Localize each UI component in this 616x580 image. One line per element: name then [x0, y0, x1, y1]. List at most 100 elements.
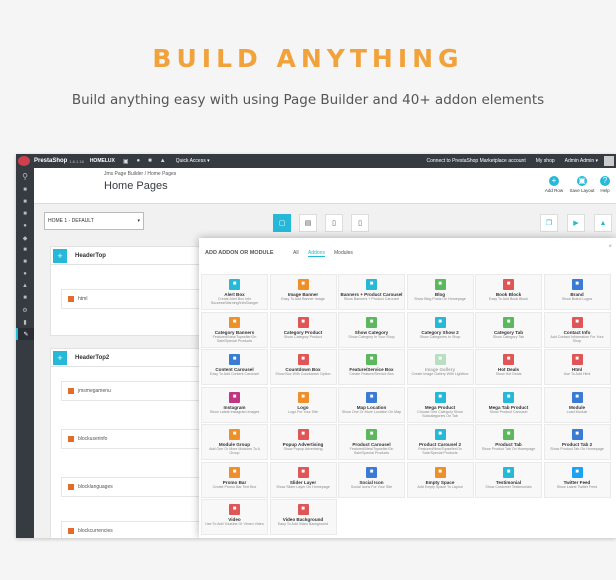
- addon-item[interactable]: ■ Category Banners Featured/New/Topseller/…: [201, 311, 268, 348]
- addon-item[interactable]: ■ Slider Layer Show Slider Layer On Homepa…: [269, 461, 337, 498]
- my-shop-link[interactable]: My shop: [536, 158, 555, 164]
- addon-item[interactable]: ■ Instagram Show Latest Instagram Images: [201, 386, 268, 423]
- catalog-icon[interactable]: ■: [16, 208, 34, 220]
- mobile-icon: ▯: [358, 220, 362, 227]
- addon-description: Easy To Add Book Block: [489, 297, 528, 301]
- user-icon[interactable]: ●: [136, 158, 140, 164]
- addon-description: Show Blog Posts On Homepage: [414, 297, 466, 301]
- addon-item[interactable]: ■ Mega Product Choose One Category Show Su…: [406, 386, 474, 423]
- addon-item[interactable]: ■ Social Icon Social Icons For Your Site: [338, 461, 405, 498]
- tablet-icon: ▯: [332, 220, 336, 227]
- import-button[interactable]: ❐: [540, 214, 558, 232]
- preview-button[interactable]: ▶: [567, 214, 585, 232]
- admin-sidebar: ⚲ ■ ■ ■ ● ◆ ■ ■ ● ▲ ■ ⚙ ▮ ✎: [16, 168, 34, 538]
- customers-icon[interactable]: ●: [16, 220, 34, 232]
- trophy-icon[interactable]: ▲: [160, 158, 166, 164]
- folder2-icon: ■: [434, 316, 446, 328]
- addon-item[interactable]: ■ Category Tab Show Category Tab: [475, 311, 542, 348]
- avatar[interactable]: [604, 156, 614, 166]
- desktop-view-button[interactable]: ▢: [273, 214, 291, 232]
- addon-item[interactable]: ■ Blog Show Blog Posts On Homepage: [406, 274, 474, 310]
- addon-item[interactable]: ■ Twitter Feed Show Latest Twitter Feed: [543, 461, 611, 498]
- module-icon: [68, 528, 74, 534]
- addon-item[interactable]: ■ Brand Show Brand Logos: [543, 274, 611, 310]
- addon-item[interactable]: ■ Image Banner Easy To Add Banner Image: [269, 274, 337, 310]
- addon-item[interactable]: ■ Category Product Show Category Product: [269, 311, 337, 348]
- addon-item[interactable]: ■ Product Tab 2 Show Product Tab On Homepa…: [543, 424, 611, 460]
- addon-description: Show Popup Advertising: [283, 447, 323, 451]
- price-rules-icon[interactable]: ◆: [16, 232, 34, 244]
- tab-all[interactable]: All: [293, 250, 299, 256]
- addon-description: Show Latest Twitter Feed: [556, 484, 598, 489]
- preferences-icon[interactable]: ▲: [16, 280, 34, 292]
- page-builder-icon[interactable]: ✎: [16, 328, 34, 340]
- help-button[interactable]: ? Help: [592, 176, 616, 193]
- addon-description: Create Promo Bar Text Box: [212, 484, 257, 489]
- breadcrumb: Jms Page Builder / Home Pages: [104, 171, 177, 177]
- book-icon: ■: [503, 279, 514, 290]
- close-icon[interactable]: ×: [608, 244, 612, 250]
- tab-addons[interactable]: Addons: [308, 250, 325, 257]
- addon-item[interactable]: ■ Map Location Show One Or More Location O…: [338, 386, 405, 423]
- product-tab-icon: ■: [503, 429, 514, 440]
- mobile-view-button[interactable]: ▯: [351, 214, 369, 232]
- addon-item[interactable]: ■ Product Carousel Featured/New/Topseller/…: [338, 424, 405, 460]
- message-icon[interactable]: ■: [148, 158, 152, 164]
- orders-icon[interactable]: ■: [16, 196, 34, 208]
- addon-item[interactable]: ■ Countdown Box Show Box With Countdown Op…: [269, 349, 337, 385]
- group-icon: ■: [229, 429, 240, 440]
- marketplace-connect-link[interactable]: Connect to PrestaShop Marketplace accoun…: [427, 158, 526, 164]
- addon-item[interactable]: ■ Mega Tab Product Show Product Carousel: [475, 386, 542, 423]
- tab-modules[interactable]: Modules: [334, 250, 353, 256]
- addon-item[interactable]: ■ Video Use To Add Youtube Or Vimeo Video: [201, 499, 268, 535]
- addon-item[interactable]: ■ Hot Deals Show Hot Deals: [475, 349, 542, 385]
- addon-item[interactable]: ■ Html Use To Add Html: [543, 349, 611, 385]
- addon-item[interactable]: ■ Promo Bar Create Promo Bar Text Box: [201, 461, 268, 498]
- localization-icon[interactable]: ●: [16, 268, 34, 280]
- shop-name[interactable]: HOMELUX: [90, 158, 115, 164]
- layout-select[interactable]: HOME 1 - DEFAULT ▾: [44, 212, 144, 230]
- stats-icon[interactable]: ▮: [16, 316, 34, 328]
- addon-item[interactable]: ■ Testimonial Show Customer Testimonials: [475, 461, 542, 498]
- addon-item[interactable]: ■ Video Background Easy To Add Video Backg…: [269, 499, 337, 535]
- addon-item[interactable]: ■ Alert Box Create Alert Box Info Success/…: [201, 274, 268, 310]
- dashboard-icon[interactable]: ■: [16, 184, 34, 196]
- tablet-view-button[interactable]: ▯: [325, 214, 343, 232]
- addon-item[interactable]: ■ Product Tab Show Product Tab On Homepage: [475, 424, 542, 460]
- cart-icon[interactable]: ▣: [123, 158, 129, 165]
- module-icon: ■: [571, 391, 583, 403]
- search-icon[interactable]: ⚲: [16, 168, 34, 184]
- social-icon: ■: [366, 466, 377, 478]
- advanced-icon[interactable]: ■: [16, 292, 34, 304]
- addon-item[interactable]: ■ Show Category Show Category In Your Shop: [338, 311, 405, 348]
- page-header: Jms Page Builder / Home Pages Home Pages…: [34, 168, 616, 204]
- addon-item[interactable]: ■ Feature/Service Box Create Feature/Servi…: [338, 349, 405, 385]
- addon-description: Easy To Add Content Carousel: [210, 372, 259, 376]
- addon-item[interactable]: ■ Contact Info Add Contact Information For…: [543, 311, 611, 348]
- headline: BUILD ANYTHING: [152, 44, 464, 73]
- upload-button[interactable]: ▲: [594, 214, 612, 232]
- addon-item[interactable]: ■ Category Show 2 Show Categories In Shop: [406, 311, 474, 348]
- addon-item[interactable]: ■ Popup Advertising Show Popup Advertising: [269, 424, 337, 460]
- banner-icon: ■: [366, 279, 377, 290]
- add-row-button[interactable]: + Add Row: [541, 176, 567, 193]
- modules-icon[interactable]: ■: [16, 244, 34, 256]
- addon-item[interactable]: ■ Empty Space Add Empty Space To Layout: [406, 461, 474, 498]
- addon-item[interactable]: ■ Product Carousel 2 Featured/New/Topselle…: [406, 424, 474, 460]
- fire-icon: ■: [503, 354, 514, 365]
- html-icon: [68, 296, 74, 302]
- admin-menu[interactable]: Admin Admin ▾: [565, 158, 598, 164]
- addon-item[interactable]: ■ Logo Logo For Your Site: [269, 386, 337, 423]
- add-column-button[interactable]: +: [53, 350, 67, 365]
- addon-item[interactable]: ■ Image Gallery Create Image Gallery With …: [406, 349, 474, 385]
- addon-item[interactable]: ■ Banners + Product Carousel Show Banners …: [338, 274, 405, 310]
- add-column-button[interactable]: +: [53, 248, 67, 263]
- addon-item[interactable]: ■ Module Load Module: [543, 386, 611, 423]
- addon-item[interactable]: ■ Book Block Easy To Add Book Block: [475, 274, 542, 310]
- addon-item[interactable]: ■ Content Carousel Easy To Add Content Car…: [201, 349, 268, 385]
- administration-icon[interactable]: ⚙: [16, 304, 34, 316]
- laptop-view-button[interactable]: ▤: [299, 214, 317, 232]
- quick-access-menu[interactable]: Quick Access ▾: [176, 158, 210, 164]
- addon-item[interactable]: ■ Module Group Add One Or More Modules To …: [201, 424, 268, 460]
- shipping-icon[interactable]: ■: [16, 256, 34, 268]
